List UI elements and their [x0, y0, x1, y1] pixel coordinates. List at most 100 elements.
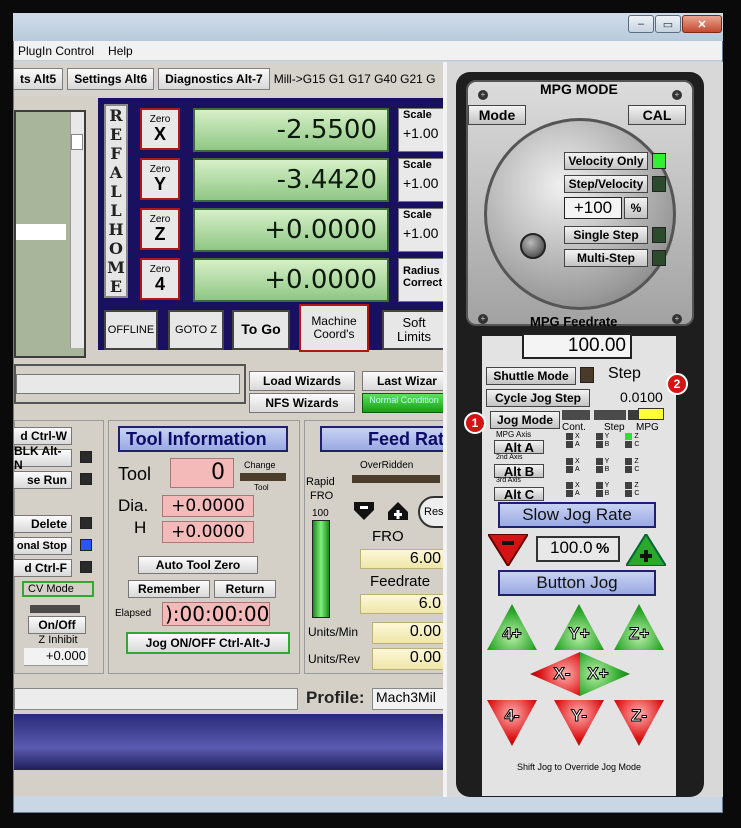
h-label: H: [134, 518, 147, 537]
ref-all-home-button[interactable]: R E F A L L H O M E: [104, 104, 128, 298]
soft-limits-button[interactable]: Soft Limits: [382, 310, 446, 350]
jog-onoff-button[interactable]: Jog ON/OFF Ctrl-Alt-J: [126, 632, 290, 654]
cycle-jog-step-button[interactable]: Cycle Jog Step: [486, 389, 590, 407]
alt-a-button[interactable]: Alt A: [494, 440, 544, 455]
dro-y-value[interactable]: -3.4420: [193, 158, 389, 202]
scale-value: +1.00: [403, 225, 439, 241]
tool-height[interactable]: +0.0000: [162, 521, 254, 543]
offline-button[interactable]: OFFLINE: [104, 310, 158, 350]
multi-step-button[interactable]: Multi-Step: [564, 249, 648, 267]
jog-mode-button[interactable]: Jog Mode: [490, 411, 560, 429]
title-bar: [13, 13, 723, 41]
axis-led-label: Z: [634, 458, 639, 465]
block-delete-toggle[interactable]: Delete: [14, 515, 72, 533]
jog-rate-plus-button[interactable]: [624, 532, 668, 567]
machine-coords-button[interactable]: Machine Coord's: [299, 304, 369, 352]
profile-label: Profile:: [306, 688, 365, 707]
axis-led-label: X: [575, 433, 580, 440]
dro-x-value[interactable]: -2.5500: [193, 108, 389, 152]
shuttle-mode-button[interactable]: Shuttle Mode: [486, 367, 576, 385]
close-button[interactable]: ✕: [682, 15, 722, 33]
annotation-badge-2: 2: [666, 373, 688, 395]
alt-c-button[interactable]: Alt C: [494, 487, 544, 502]
scale-y[interactable]: Scale +1.00: [398, 158, 446, 202]
alt-b-button[interactable]: Alt B: [494, 464, 544, 479]
screw-icon: +: [478, 90, 488, 100]
zero-z-button[interactable]: Zero Z: [140, 208, 180, 250]
delete-led: [80, 517, 92, 529]
reverse-run-button[interactable]: se Run: [14, 471, 72, 489]
fro-slider[interactable]: [312, 520, 330, 618]
dial-knob[interactable]: [520, 233, 546, 259]
velocity-only-button[interactable]: Velocity Only: [564, 152, 648, 170]
axis-led-label: B: [604, 441, 610, 448]
mpg-feedrate-label: MPG Feedrate: [530, 314, 618, 329]
ref-letter: E: [109, 277, 123, 296]
scale-z[interactable]: Scale +1.00: [398, 208, 446, 252]
tab-diagnostics[interactable]: Diagnostics Alt-7: [158, 68, 270, 90]
last-wizard-button[interactable]: Last Wizar: [362, 371, 446, 391]
axis-led-grid-3: X Y Z A B C: [566, 482, 639, 498]
tool-diameter[interactable]: +0.0000: [162, 495, 254, 517]
fro-up-arrow-icon[interactable]: [386, 500, 410, 522]
fro-reset-button[interactable]: Res: [418, 496, 446, 528]
mpg-axis-label: MPG Axis: [496, 430, 532, 439]
mpg-cal-button[interactable]: CAL: [628, 105, 686, 125]
mpg-feedrate-value[interactable]: 100.00: [522, 333, 632, 359]
goto-z-button[interactable]: GOTO Z: [168, 310, 224, 350]
load-wizards-button[interactable]: Load Wizards: [249, 371, 355, 391]
menu-help[interactable]: Help: [108, 44, 133, 58]
minimize-button[interactable]: –: [628, 15, 654, 33]
tool-label: Tool: [118, 464, 152, 484]
multi-step-led: [652, 250, 666, 266]
single-step-button[interactable]: Single Step: [564, 226, 648, 244]
return-button[interactable]: Return: [214, 580, 276, 598]
toolpath-scrollbar[interactable]: [70, 112, 84, 348]
zero-4-button[interactable]: Zero 4: [140, 258, 180, 300]
jog-rate-minus-button[interactable]: [486, 533, 530, 568]
fro-value: 6.00: [360, 549, 446, 569]
scroll-thumb[interactable]: [71, 134, 83, 150]
zero-x-button[interactable]: Zero X: [140, 108, 180, 150]
tab-settings[interactable]: Settings Alt6: [67, 68, 155, 90]
nfs-wizards-button[interactable]: NFS Wizards: [249, 393, 355, 413]
flood-ctrlf-button[interactable]: d Ctrl-F: [14, 559, 72, 577]
fro-down-arrow-icon[interactable]: [352, 500, 376, 522]
remember-button[interactable]: Remember: [128, 580, 210, 598]
slow-jog-rate-header: Slow Jog Rate: [498, 502, 656, 528]
cv-mode-button[interactable]: CV Mode: [22, 581, 94, 597]
to-go-button[interactable]: To Go: [232, 310, 290, 350]
radius-correct[interactable]: Radius Correct: [398, 258, 446, 302]
axis-letter: 4: [154, 274, 165, 294]
fro-label: FRO: [372, 528, 404, 545]
tool-number[interactable]: 0: [170, 458, 234, 488]
mdi-input[interactable]: [16, 374, 240, 394]
cont-led: [562, 410, 590, 420]
auto-tool-zero-button[interactable]: Auto Tool Zero: [138, 556, 258, 574]
axis-led-label: Z: [634, 482, 639, 489]
z-inhibit-onoff-button[interactable]: On/Off: [28, 616, 86, 634]
units-min-label: Units/Min: [308, 625, 359, 639]
menu-plugin-control[interactable]: PlugIn Control: [18, 44, 94, 58]
axis-led-label: A: [575, 466, 580, 473]
scale-label: Scale: [403, 209, 432, 221]
z-inhibit-value[interactable]: +0.000: [24, 648, 88, 666]
axis-led-label: X: [575, 458, 580, 465]
feedrate-value[interactable]: 6.0: [360, 594, 446, 614]
optional-stop-button[interactable]: onal Stop: [14, 537, 72, 555]
scale-x[interactable]: Scale +1.00: [398, 108, 446, 152]
mdi-frame: [14, 364, 246, 404]
tab-alt5[interactable]: ts Alt5: [14, 68, 64, 90]
block-delete-button[interactable]: BLK Alt-N: [14, 444, 72, 472]
step-velocity-button[interactable]: Step/Velocity: [564, 175, 648, 193]
stop-ctrlw-button[interactable]: d Ctrl-W: [14, 427, 72, 445]
dro-4-value[interactable]: +0.0000: [193, 258, 389, 302]
zero-y-button[interactable]: Zero Y: [140, 158, 180, 200]
dro-z-value[interactable]: +0.0000: [193, 208, 389, 252]
z-inhibit-led: [30, 605, 80, 613]
rapid-label: Rapid: [306, 476, 335, 488]
mpg-percent-value[interactable]: +100: [564, 197, 622, 219]
maximize-button[interactable]: ▭: [655, 15, 681, 33]
mpg-mode-button[interactable]: Mode: [468, 105, 526, 125]
mpg-percent-button[interactable]: %: [624, 197, 648, 219]
